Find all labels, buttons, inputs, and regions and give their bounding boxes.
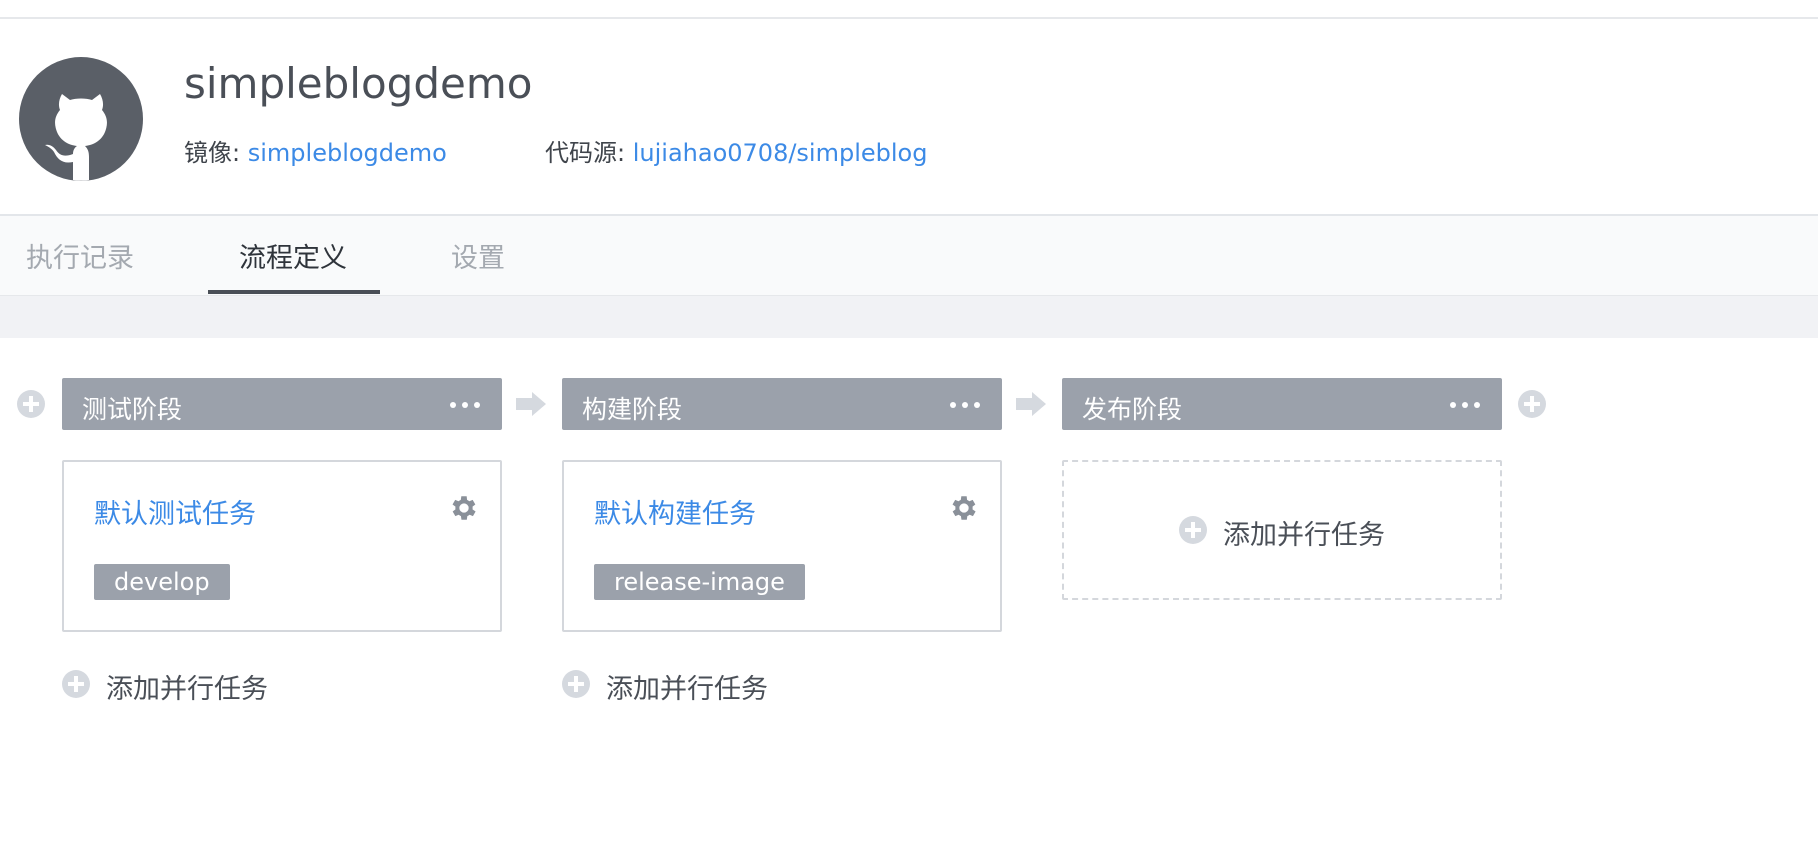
gear-icon[interactable] [448, 492, 480, 524]
project-header: simpleblogdemo 镜像: simpleblogdemo 代码源: l… [0, 19, 1818, 215]
task-title[interactable]: 默认测试任务 [94, 492, 256, 531]
more-horizontal-icon[interactable] [950, 390, 984, 418]
section-spacer [0, 296, 1818, 338]
image-link[interactable]: simpleblogdemo [248, 139, 447, 167]
tab-settings[interactable]: 设置 [451, 236, 505, 275]
source-label: 代码源: [545, 139, 626, 167]
task-card-test[interactable]: 默认测试任务 develop [62, 460, 502, 632]
add-parallel-task-placeholder[interactable]: 添加并行任务 [1062, 460, 1502, 600]
arrow-right-icon [516, 392, 546, 416]
add-stage-before-icon[interactable] [17, 390, 45, 418]
tab-execution-history[interactable]: 执行记录 [26, 236, 134, 275]
add-parallel-task-label: 添加并行任务 [1223, 520, 1385, 551]
arrow-right-icon [1016, 392, 1046, 416]
gear-icon[interactable] [948, 492, 980, 524]
stage-header-release: 发布阶段 [1062, 378, 1502, 430]
image-label: 镜像: [184, 139, 241, 167]
github-octocat-icon [19, 57, 143, 181]
stage-title: 发布阶段 [1082, 395, 1183, 424]
source-link[interactable]: lujiahao0708/simpleblog [633, 139, 928, 167]
stage-header-build: 构建阶段 [562, 378, 1002, 430]
task-title[interactable]: 默认构建任务 [594, 492, 756, 531]
add-parallel-task-label: 添加并行任务 [106, 674, 268, 705]
project-title: simpleblogdemo [184, 59, 533, 108]
add-parallel-task-label: 添加并行任务 [606, 674, 768, 705]
plus-circle-icon [1179, 516, 1207, 544]
tab-pipeline-definition[interactable]: 流程定义 [239, 236, 347, 275]
plus-circle-icon [62, 670, 90, 698]
branch-tag: develop [94, 564, 230, 600]
image-meta: 镜像: simpleblogdemo [184, 133, 447, 168]
plus-circle-icon [562, 670, 590, 698]
stage-header-test: 测试阶段 [62, 378, 502, 430]
task-card-build[interactable]: 默认构建任务 release-image [562, 460, 1002, 632]
tab-bar: 执行记录 流程定义 设置 [0, 216, 1818, 296]
active-tab-indicator [208, 290, 380, 294]
stage-title: 构建阶段 [582, 395, 683, 424]
add-stage-after-icon[interactable] [1518, 390, 1546, 418]
more-horizontal-icon[interactable] [450, 390, 484, 418]
more-horizontal-icon[interactable] [1450, 390, 1484, 418]
stage-title: 测试阶段 [82, 395, 183, 424]
source-meta: 代码源: lujiahao0708/simpleblog [545, 133, 927, 168]
branch-tag: release-image [594, 564, 805, 600]
